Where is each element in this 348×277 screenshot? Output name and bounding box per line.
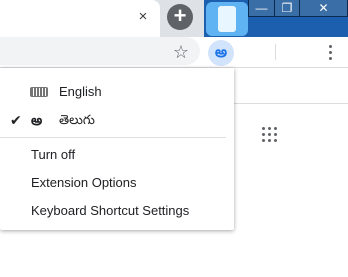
menu-item-label: Extension Options	[31, 175, 137, 190]
menu-item-turn-off[interactable]: Turn off	[0, 142, 234, 168]
menu-item-label: Keyboard Shortcut Settings	[31, 203, 190, 218]
page-divider	[234, 103, 348, 104]
extension-dropdown-menu: English ✔ అ తెలుగు Turn off Extension Op…	[0, 68, 234, 230]
menu-item-telugu[interactable]: ✔ అ తెలుగు	[0, 107, 234, 133]
close-tab-icon[interactable]: ×	[134, 8, 152, 26]
browser-toolbar: ☆ అ	[0, 37, 348, 67]
input-tools-extension-button[interactable]: అ	[208, 40, 234, 66]
menu-item-english[interactable]: English	[0, 79, 234, 105]
checkmark-icon: ✔	[10, 112, 22, 128]
maximize-button[interactable]: ❐	[274, 0, 300, 17]
toolbar-separator	[275, 44, 276, 60]
more-menu-icon[interactable]	[322, 42, 338, 64]
menu-item-label: Turn off	[31, 147, 76, 162]
apps-grid-icon[interactable]	[262, 127, 278, 143]
telugu-script-icon: అ	[31, 112, 43, 128]
minimize-button[interactable]: —	[248, 0, 275, 17]
menu-item-extension-options[interactable]: Extension Options	[0, 170, 234, 196]
menu-separator	[0, 137, 226, 138]
bookmark-star-icon[interactable]: ☆	[171, 42, 191, 62]
menu-item-keyboard-shortcut-settings[interactable]: Keyboard Shortcut Settings	[0, 198, 234, 224]
active-tab[interactable]: ×	[0, 0, 160, 37]
new-tab-button[interactable]: +	[167, 4, 193, 30]
address-bar[interactable]: ☆	[0, 37, 200, 65]
menu-item-label: English	[59, 84, 102, 99]
keyboard-icon	[30, 87, 48, 97]
close-window-button[interactable]: ✕	[299, 0, 348, 17]
menu-item-label: తెలుగు	[59, 112, 95, 127]
desktop-window-shape	[218, 6, 236, 32]
